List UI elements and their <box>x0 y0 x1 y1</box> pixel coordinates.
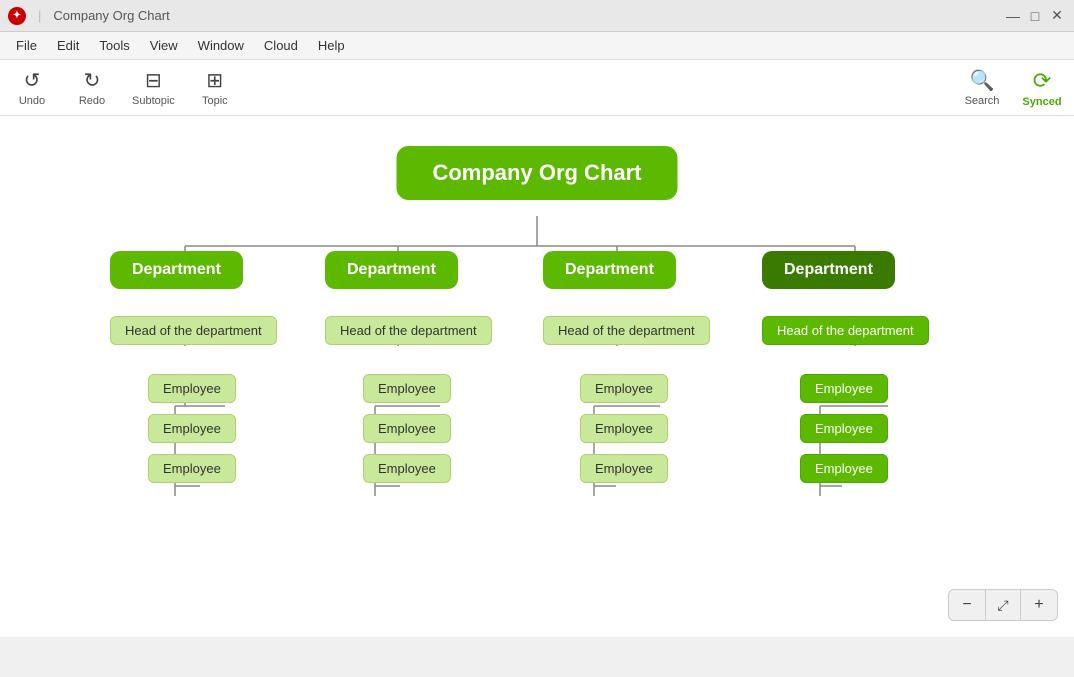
menu-bar: File Edit Tools View Window Cloud Help <box>0 32 1074 60</box>
undo-icon: ↺ <box>24 68 41 93</box>
emp-2-1[interactable]: Employee <box>363 374 451 403</box>
synced-icon: ⟳ <box>1033 68 1051 94</box>
head-node-3[interactable]: Head of the department <box>543 316 710 345</box>
topic-button[interactable]: ⊞ Topic <box>195 68 235 107</box>
zoom-controls: − ⤢ + <box>948 589 1058 621</box>
head-node-1[interactable]: Head of the department <box>110 316 277 345</box>
root-node[interactable]: Company Org Chart <box>396 146 677 200</box>
title-separator: | <box>38 8 41 23</box>
emp-1-2[interactable]: Employee <box>148 414 236 443</box>
search-icon: 🔍 <box>970 68 995 93</box>
undo-label: Undo <box>19 95 45 107</box>
redo-button[interactable]: ↻ Redo <box>72 68 112 107</box>
synced-label: Synced <box>1022 96 1061 108</box>
menu-window[interactable]: Window <box>190 36 252 55</box>
menu-view[interactable]: View <box>142 36 186 55</box>
topic-icon: ⊞ <box>206 68 223 93</box>
search-button[interactable]: 🔍 Search <box>962 68 1002 107</box>
zoom-fit-button[interactable]: ⤢ <box>985 590 1021 620</box>
emp-4-2[interactable]: Employee <box>800 414 888 443</box>
app-icon: ✦ <box>8 7 26 25</box>
zoom-out-button[interactable]: − <box>949 590 985 620</box>
canvas[interactable]: Company Org Chart Department Department … <box>0 116 1074 637</box>
menu-cloud[interactable]: Cloud <box>256 36 306 55</box>
menu-help[interactable]: Help <box>310 36 353 55</box>
search-label: Search <box>965 95 1000 107</box>
redo-label: Redo <box>79 95 105 107</box>
emp-4-1[interactable]: Employee <box>800 374 888 403</box>
undo-button[interactable]: ↺ Undo <box>12 68 52 107</box>
dept-node-3[interactable]: Department <box>543 251 676 289</box>
menu-file[interactable]: File <box>8 36 45 55</box>
subtopic-icon: ⊟ <box>145 68 162 93</box>
emp-2-2[interactable]: Employee <box>363 414 451 443</box>
synced-button[interactable]: ⟳ Synced <box>1022 68 1062 108</box>
emp-3-1[interactable]: Employee <box>580 374 668 403</box>
emp-2-3[interactable]: Employee <box>363 454 451 483</box>
redo-icon: ↻ <box>84 68 101 93</box>
zoom-in-button[interactable]: + <box>1021 590 1057 620</box>
maximize-button[interactable]: □ <box>1026 7 1044 25</box>
close-button[interactable]: ✕ <box>1048 7 1066 25</box>
subtopic-label: Subtopic <box>132 95 175 107</box>
head-node-4[interactable]: Head of the department <box>762 316 929 345</box>
menu-tools[interactable]: Tools <box>91 36 137 55</box>
title-bar: ✦ | Company Org Chart — □ ✕ <box>0 0 1074 32</box>
dept-node-2[interactable]: Department <box>325 251 458 289</box>
emp-1-1[interactable]: Employee <box>148 374 236 403</box>
emp-3-3[interactable]: Employee <box>580 454 668 483</box>
window-controls: — □ ✕ <box>1004 7 1066 25</box>
dept-node-4[interactable]: Department <box>762 251 895 289</box>
zoom-fit-icon: ⤢ <box>997 597 1008 614</box>
emp-1-3[interactable]: Employee <box>148 454 236 483</box>
document-title: Company Org Chart <box>53 8 169 23</box>
topic-label: Topic <box>202 95 228 107</box>
minimize-button[interactable]: — <box>1004 7 1022 25</box>
emp-3-2[interactable]: Employee <box>580 414 668 443</box>
emp-4-3[interactable]: Employee <box>800 454 888 483</box>
menu-edit[interactable]: Edit <box>49 36 87 55</box>
toolbar: ↺ Undo ↻ Redo ⊟ Subtopic ⊞ Topic 🔍 Searc… <box>0 60 1074 116</box>
head-node-2[interactable]: Head of the department <box>325 316 492 345</box>
subtopic-button[interactable]: ⊟ Subtopic <box>132 68 175 107</box>
dept-node-1[interactable]: Department <box>110 251 243 289</box>
